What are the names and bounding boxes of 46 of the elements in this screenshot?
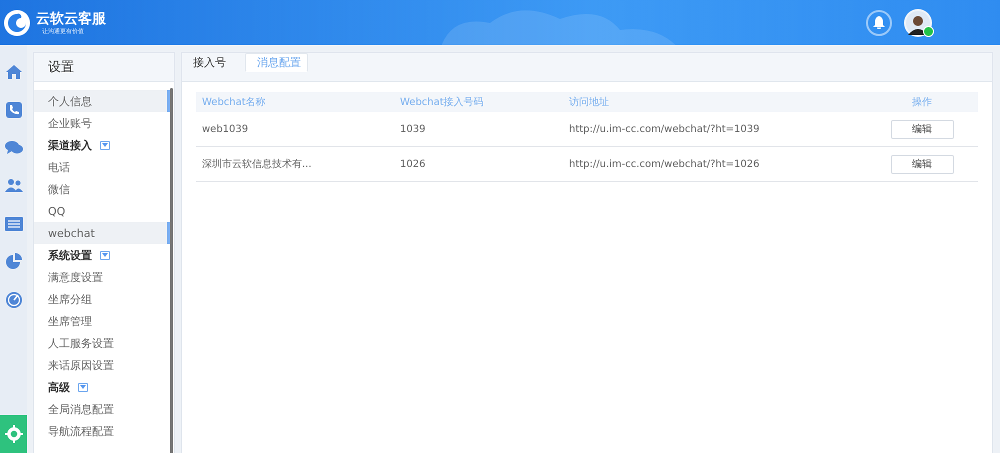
tab[interactable]: 接入号	[182, 53, 245, 72]
scrollbar[interactable]	[170, 88, 173, 453]
notification-button[interactable]	[866, 10, 892, 36]
url-cell: http://u.im-cc.com/webchat/?ht=1039	[563, 112, 866, 146]
home-icon	[4, 63, 22, 81]
url-cell: http://u.im-cc.com/webchat/?ht=1026	[563, 146, 866, 182]
caret-icon	[100, 140, 110, 150]
agent-avatar[interactable]	[904, 8, 932, 36]
list-icon	[4, 215, 22, 233]
column-header: 访问地址	[563, 92, 866, 112]
gauge-icon	[4, 291, 22, 309]
phone-icon	[4, 101, 22, 119]
users-icon	[4, 177, 22, 195]
nav-item[interactable]: 人工服务设置	[34, 332, 170, 354]
caret-icon	[100, 250, 110, 260]
nav-item[interactable]: 个人信息	[34, 90, 170, 112]
panel-title: 设置	[34, 53, 174, 82]
edit-button[interactable]: 编辑	[890, 154, 954, 174]
column-header: Webchat接入号码	[394, 92, 563, 112]
bell-icon	[873, 16, 885, 29]
name-cell: 深圳市云软信息技术有...	[196, 146, 394, 182]
caret-icon	[78, 382, 88, 392]
edit-button[interactable]: 编辑	[890, 120, 954, 138]
logo-icon	[2, 8, 32, 38]
nav-item[interactable]: 坐席分组	[34, 288, 170, 310]
pie-chart-icon	[4, 253, 22, 271]
nav-item[interactable]: 导航流程配置	[34, 420, 170, 442]
app-title: 云软云客服	[36, 10, 106, 28]
column-header: 操作	[866, 92, 978, 112]
nav-item[interactable]: 微信	[34, 178, 170, 200]
name-cell: web1039	[196, 112, 394, 146]
nav-item[interactable]: 坐席管理	[34, 310, 170, 332]
chat-icon	[4, 139, 22, 157]
nav-item[interactable]: QQ	[34, 200, 170, 222]
column-header: Webchat名称	[196, 92, 394, 112]
nav-group[interactable]: 渠道接入	[34, 134, 170, 156]
nav-item[interactable]: 电话	[34, 156, 170, 178]
nav-group[interactable]: 高级	[34, 376, 170, 398]
number-cell: 1026	[394, 146, 563, 182]
nav-item[interactable]: webchat	[34, 222, 170, 244]
nav-group[interactable]: 系统设置	[34, 244, 170, 266]
nav-item[interactable]: 来话原因设置	[34, 354, 170, 376]
nav-item[interactable]: 满意度设置	[34, 266, 170, 288]
nav-item[interactable]: 企业账号	[34, 112, 170, 134]
number-cell: 1039	[394, 112, 563, 146]
nav-item[interactable]: 全局消息配置	[34, 398, 170, 420]
